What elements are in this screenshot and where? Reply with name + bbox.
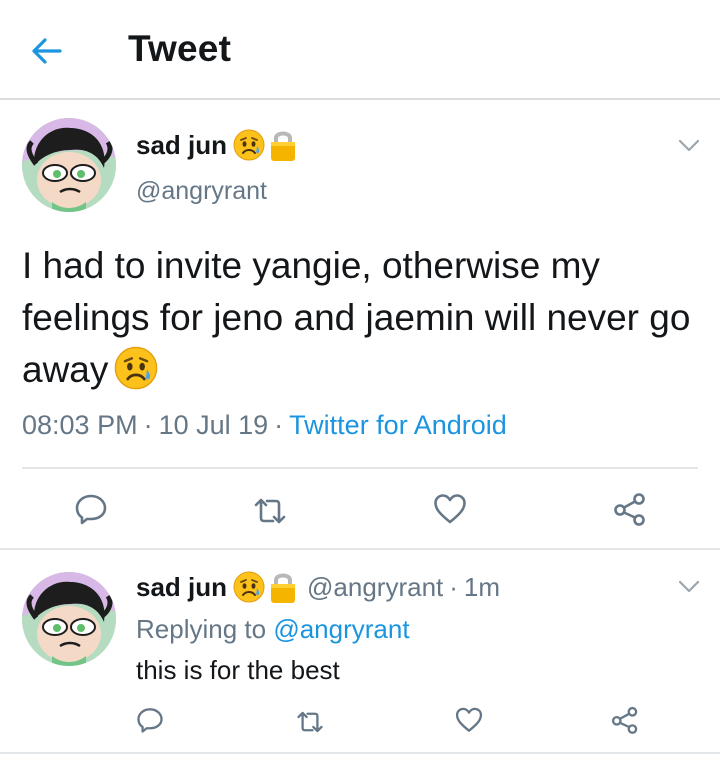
- share-icon[interactable]: [611, 706, 639, 734]
- avatar[interactable]: [22, 118, 116, 212]
- replying-to-line: Replying to @angryrant: [136, 614, 410, 645]
- arrow-left-icon[interactable]: [30, 34, 64, 68]
- retweet-icon[interactable]: [296, 708, 324, 736]
- author-handle[interactable]: @angryrant: [307, 572, 443, 603]
- tweet-source-link[interactable]: Twitter for Android: [289, 410, 507, 440]
- mention-link[interactable]: @angryrant: [273, 614, 409, 644]
- chevron-down-icon[interactable]: [678, 139, 700, 153]
- divider: [22, 467, 698, 469]
- reply-text: this is for the best: [136, 655, 340, 685]
- lock-icon: [271, 573, 296, 603]
- sad-face-emoji: [233, 129, 265, 161]
- display-name[interactable]: sad jun: [136, 572, 227, 603]
- meta-separator: ·: [274, 410, 284, 440]
- lock-icon: [271, 131, 296, 161]
- sad-face-emoji: [115, 346, 158, 390]
- author-handle[interactable]: @angryrant: [136, 177, 267, 206]
- tweet-meta: 08:03 PM · 10 Jul 19 · Twitter for Android: [22, 410, 507, 441]
- top-app-bar: Tweet: [0, 0, 720, 100]
- retweet-icon[interactable]: [253, 494, 287, 528]
- sad-face-emoji: [233, 571, 265, 603]
- reply-age: 1m: [463, 571, 501, 602]
- replying-prefix: Replying to: [136, 614, 267, 644]
- tweet-time: 08:03 PM: [22, 410, 138, 440]
- divider: [0, 752, 720, 754]
- like-icon[interactable]: [433, 492, 467, 526]
- reply-author-row: sad jun @angryrant · 1m: [136, 570, 500, 604]
- author-row: sad jun: [136, 128, 297, 162]
- tweet-body: I had to invite yangie, otherwise my fee…: [22, 240, 702, 396]
- like-icon[interactable]: [455, 706, 483, 734]
- divider: [0, 548, 720, 550]
- reply-icon[interactable]: [74, 492, 108, 526]
- page-title: Tweet: [128, 28, 232, 69]
- reply-icon[interactable]: [136, 706, 164, 734]
- chevron-down-icon[interactable]: [678, 580, 700, 594]
- share-icon[interactable]: [613, 492, 647, 526]
- avatar[interactable]: [22, 572, 116, 666]
- meta-separator: ·: [449, 571, 458, 602]
- display-name[interactable]: sad jun: [136, 130, 227, 161]
- tweet-date: 10 Jul 19: [158, 410, 269, 440]
- meta-separator: ·: [143, 410, 153, 440]
